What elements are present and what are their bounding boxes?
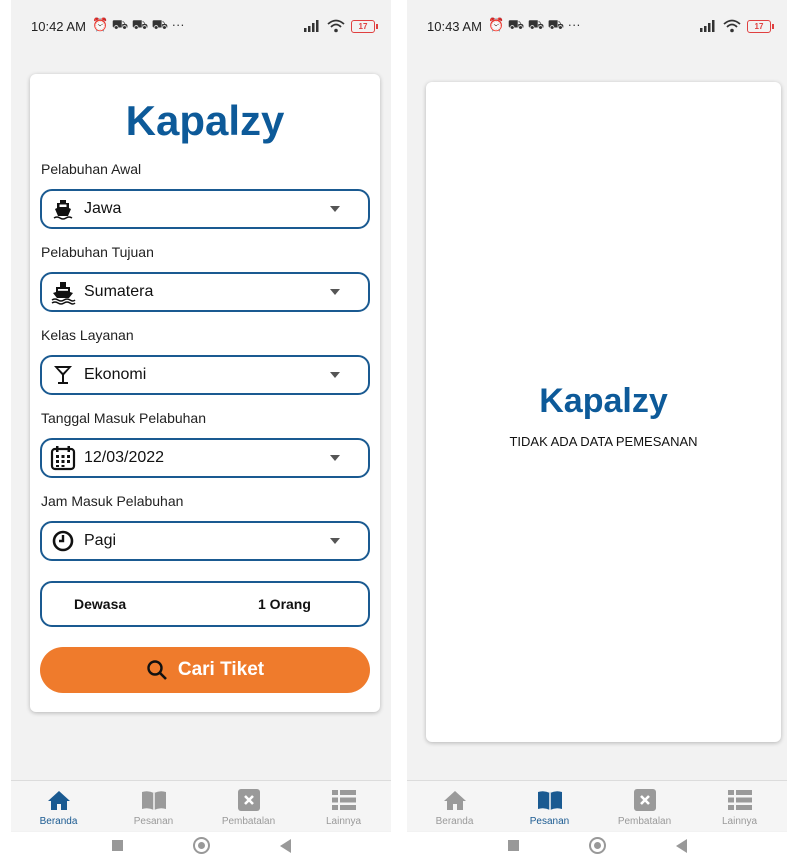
signal-icon [304, 20, 319, 32]
origin-select[interactable]: Jawa [40, 189, 370, 229]
empty-state-message: TIDAK ADA DATA PEMESANAN [509, 434, 698, 449]
system-navigation [11, 832, 391, 859]
home-icon [47, 787, 71, 813]
calendar-icon [50, 445, 76, 471]
nav-item-pembatalan[interactable]: Pembatalan [201, 781, 296, 831]
back-button[interactable] [675, 838, 687, 853]
nav-item-lainnya[interactable]: Lainnya [692, 781, 787, 831]
nav-label: Beranda [435, 816, 474, 827]
destination-select[interactable]: Sumatera [40, 272, 370, 312]
nav-item-lainnya[interactable]: Lainnya [296, 781, 391, 831]
search-icon [147, 660, 167, 680]
nav-item-beranda[interactable]: Beranda [11, 781, 106, 831]
search-screen: 10:42 AM ⏰ ⛟ ⛟ ⛟ ··· 17 Kapalzy Pelabuha… [11, 0, 391, 859]
system-icons: 17 [699, 19, 774, 33]
wifi-icon [327, 19, 345, 33]
nav-item-beranda[interactable]: Beranda [407, 781, 502, 831]
orders-card: Kapalzy TIDAK ADA DATA PEMESANAN [426, 82, 781, 742]
home-button[interactable] [588, 837, 606, 854]
list-icon [331, 787, 357, 813]
passenger-selector[interactable]: Dewasa 1 Orang [40, 581, 370, 627]
nav-label: Pembatalan [617, 816, 672, 827]
recents-button[interactable] [111, 840, 123, 851]
chevron-down-icon [330, 538, 340, 544]
home-icon [443, 787, 467, 813]
search-ticket-button[interactable]: Cari Tiket [40, 647, 370, 693]
destination-label: Pelabuhan Tujuan [41, 244, 154, 260]
status-bar: 10:43 AM ⏰ ⛟ ⛟ ⛟ ··· 17 [407, 0, 787, 52]
ship-icon [50, 196, 76, 222]
nav-label: Lainnya [325, 816, 362, 827]
class-select[interactable]: Ekonomi [40, 355, 370, 395]
ship-waves-icon [50, 279, 76, 305]
class-label: Kelas Layanan [41, 327, 134, 343]
nav-item-pembatalan[interactable]: Pembatalan [597, 781, 692, 831]
clock-icon [50, 528, 76, 554]
passenger-count: 1 Orang [258, 596, 311, 612]
nav-label: Beranda [39, 816, 78, 827]
app-brand: Kapalzy [539, 382, 668, 420]
list-icon [727, 787, 753, 813]
system-icons: 17 [303, 19, 378, 33]
time-value: Pagi [84, 532, 117, 549]
nav-item-pesanan[interactable]: Pesanan [502, 781, 597, 831]
bottom-navigation: Beranda Pesanan Pembatalan Lainnya [407, 780, 787, 831]
origin-value: Jawa [84, 200, 122, 217]
status-time: 10:42 AM [31, 18, 86, 34]
chevron-down-icon [330, 289, 340, 295]
time-label: Jam Masuk Pelabuhan [41, 493, 184, 509]
system-navigation [407, 832, 787, 859]
date-value: 12/03/2022 [84, 449, 165, 466]
bottom-navigation: Beranda Pesanan Pembatalan Lainnya [11, 780, 391, 831]
notification-icons: ⏰ ⛟ ⛟ ⛟ ··· [91, 17, 185, 32]
wifi-icon [723, 19, 741, 33]
nav-item-pesanan[interactable]: Pesanan [106, 781, 201, 831]
class-value: Ekonomi [84, 366, 147, 383]
nav-label: Lainnya [721, 816, 758, 827]
app-brand: Kapalzy [125, 97, 285, 144]
chevron-down-icon [330, 372, 340, 378]
notification-icons: ⏰ ⛟ ⛟ ⛟ ··· [487, 17, 581, 32]
signal-icon [700, 20, 715, 32]
nav-label: Pesanan [529, 816, 570, 827]
origin-label: Pelabuhan Awal [41, 161, 142, 177]
back-button[interactable] [279, 838, 291, 853]
chevron-down-icon [330, 206, 340, 212]
book-icon [536, 787, 564, 813]
book-icon [140, 787, 168, 813]
date-label: Tanggal Masuk Pelabuhan [41, 410, 207, 426]
passenger-type: Dewasa [74, 596, 127, 612]
search-ticket-label: Cari Tiket [177, 659, 265, 680]
chevron-down-icon [330, 455, 340, 461]
status-time: 10:43 AM [427, 18, 482, 34]
date-select[interactable]: 12/03/2022 [40, 438, 370, 478]
time-select[interactable]: Pagi [40, 521, 370, 561]
nav-label: Pesanan [133, 816, 174, 827]
status-bar: 10:42 AM ⏰ ⛟ ⛟ ⛟ ··· 17 [11, 0, 391, 52]
cancel-icon [633, 787, 657, 813]
battery-icon: 17 [351, 19, 378, 33]
nav-label: Pembatalan [221, 816, 276, 827]
home-button[interactable] [192, 837, 210, 854]
destination-value: Sumatera [84, 283, 154, 300]
battery-icon: 17 [747, 19, 774, 33]
cancel-icon [237, 787, 261, 813]
glass-icon [50, 362, 76, 388]
recents-button[interactable] [507, 840, 519, 851]
search-form-card: Kapalzy Pelabuhan Awal Jawa Pelabuhan Tu… [30, 74, 380, 712]
orders-screen: 10:43 AM ⏰ ⛟ ⛟ ⛟ ··· 17 Kapalzy TIDAK AD… [407, 0, 787, 859]
